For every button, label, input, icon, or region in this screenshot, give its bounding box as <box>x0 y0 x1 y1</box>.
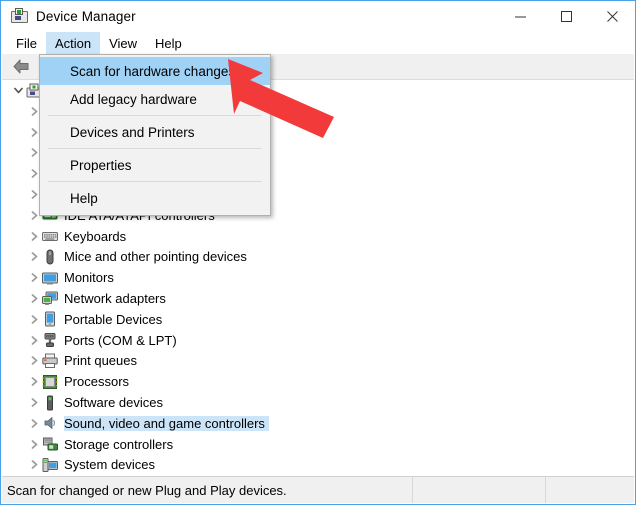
status-panel-3 <box>546 477 634 503</box>
menu-bar: File Action View Help <box>1 32 635 54</box>
list-item-label: Storage controllers <box>64 437 177 452</box>
processor-icon <box>42 374 58 390</box>
device-manager-icon <box>11 8 28 25</box>
menu-separator <box>48 115 262 116</box>
list-item-network-adapters[interactable]: Network adapters <box>2 288 634 309</box>
list-item-system-devices[interactable]: System devices <box>2 455 634 476</box>
list-item-processors[interactable]: Processors <box>2 371 634 392</box>
portable-device-icon <box>42 311 58 327</box>
network-adapter-icon <box>42 291 58 307</box>
software-device-icon <box>42 395 58 411</box>
list-item-label: Keyboards <box>64 229 130 244</box>
list-item-label: Processors <box>64 374 133 389</box>
chevron-right-icon[interactable] <box>26 455 42 475</box>
list-item-portable-devices[interactable]: Portable Devices <box>2 309 634 330</box>
chevron-right-icon[interactable] <box>26 434 42 454</box>
list-item-mice[interactable]: Mice and other pointing devices <box>2 247 634 268</box>
list-item-label: Sound, video and game controllers <box>64 416 269 431</box>
maximize-button[interactable] <box>543 1 589 32</box>
list-item-print-queues[interactable]: Print queues <box>2 351 634 372</box>
menu-item-scan-for-hardware-changes[interactable]: Scan for hardware changes <box>40 57 270 85</box>
port-icon <box>42 332 58 348</box>
menu-separator <box>48 148 262 149</box>
menu-separator <box>48 181 262 182</box>
title-bar: Device Manager <box>1 1 635 32</box>
menu-view[interactable]: View <box>100 32 146 54</box>
printer-icon <box>42 353 58 369</box>
storage-controller-icon <box>42 436 58 452</box>
menu-help[interactable]: Help <box>146 32 191 54</box>
chevron-right-icon[interactable] <box>26 247 42 267</box>
list-item-monitors[interactable]: Monitors <box>2 267 634 288</box>
system-device-icon <box>42 457 58 473</box>
device-manager-window: Device Manager File Action View Help <box>0 0 636 505</box>
menu-item-properties[interactable]: Properties <box>40 151 270 179</box>
chevron-right-icon[interactable] <box>26 351 42 371</box>
list-item-label: Software devices <box>64 395 167 410</box>
list-item-label: Mice and other pointing devices <box>64 249 251 264</box>
status-bar: Scan for changed or new Plug and Play de… <box>2 476 634 503</box>
chevron-right-icon[interactable] <box>26 226 42 246</box>
menu-item-devices-and-printers[interactable]: Devices and Printers <box>40 118 270 146</box>
action-menu-dropdown[interactable]: Scan for hardware changes Add legacy har… <box>39 54 271 216</box>
status-panel-2 <box>413 477 546 503</box>
window-controls <box>497 1 635 32</box>
back-arrow-icon <box>13 59 30 74</box>
sound-icon <box>42 415 58 431</box>
list-item-keyboards[interactable]: Keyboards <box>2 226 634 247</box>
list-item-label: System devices <box>64 457 159 472</box>
list-item-label: Network adapters <box>64 291 170 306</box>
status-message: Scan for changed or new Plug and Play de… <box>2 477 413 503</box>
list-item-sound-controllers[interactable]: Sound, video and game controllers <box>2 413 634 434</box>
chevron-right-icon[interactable] <box>26 289 42 309</box>
list-item-software-devices[interactable]: Software devices <box>2 392 634 413</box>
close-button[interactable] <box>589 1 635 32</box>
list-item-ports[interactable]: Ports (COM & LPT) <box>2 330 634 351</box>
menu-file[interactable]: File <box>7 32 46 54</box>
list-item-storage-controllers[interactable]: Storage controllers <box>2 434 634 455</box>
menu-item-add-legacy-hardware[interactable]: Add legacy hardware <box>40 85 270 113</box>
list-item-label: Ports (COM & LPT) <box>64 333 181 348</box>
chevron-right-icon[interactable] <box>26 330 42 350</box>
list-item-label: Portable Devices <box>64 312 166 327</box>
monitor-icon <box>42 270 58 286</box>
chevron-right-icon[interactable] <box>26 393 42 413</box>
mouse-icon <box>42 249 58 265</box>
minimize-button[interactable] <box>497 1 543 32</box>
window-title: Device Manager <box>36 9 136 24</box>
chevron-right-icon[interactable] <box>26 309 42 329</box>
keyboard-icon <box>42 228 58 244</box>
menu-item-help[interactable]: Help <box>40 184 270 212</box>
list-item-label: Print queues <box>64 353 141 368</box>
back-button[interactable] <box>8 55 34 78</box>
chevron-right-icon[interactable] <box>26 413 42 433</box>
chevron-down-icon[interactable] <box>10 81 26 101</box>
chevron-right-icon[interactable] <box>26 372 42 392</box>
chevron-right-icon[interactable] <box>26 268 42 288</box>
list-item-label: Monitors <box>64 270 118 285</box>
menu-action[interactable]: Action <box>46 32 100 54</box>
